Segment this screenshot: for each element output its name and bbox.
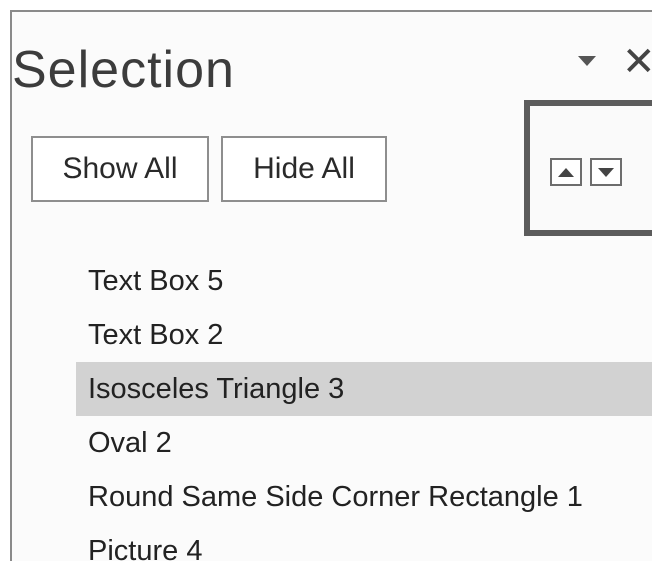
pane-options-icon[interactable]: [578, 56, 596, 66]
show-all-button[interactable]: Show All: [31, 136, 209, 202]
hide-all-button[interactable]: Hide All: [221, 136, 387, 202]
send-backward-button[interactable]: [590, 158, 622, 186]
selection-pane: Selection ✕ Show All Hide All Text Box 5…: [10, 10, 652, 561]
list-item[interactable]: Picture 4: [76, 524, 652, 561]
list-item-selected[interactable]: Isosceles Triangle 3: [76, 362, 652, 416]
list-item[interactable]: Round Same Side Corner Rectangle 1: [76, 470, 652, 524]
reorder-group: [524, 100, 652, 236]
close-icon[interactable]: ✕: [622, 42, 652, 82]
bring-forward-button[interactable]: [550, 158, 582, 186]
list-item[interactable]: Text Box 2: [76, 308, 652, 362]
pane-title: Selection: [12, 41, 235, 99]
object-list: Text Box 5 Text Box 2 Isosceles Triangle 3…: [76, 254, 652, 561]
list-item[interactable]: Text Box 5: [76, 254, 652, 308]
send-backward-icon: [598, 167, 614, 177]
bring-forward-icon: [558, 167, 574, 177]
list-item[interactable]: Oval 2: [76, 416, 652, 470]
